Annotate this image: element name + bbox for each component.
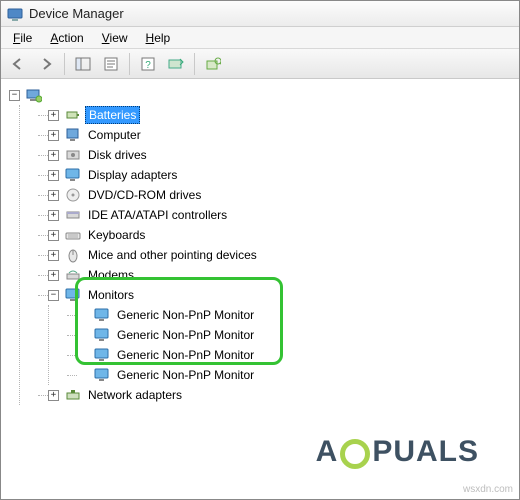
diskdrives-icon [65, 147, 81, 163]
update-driver-button[interactable] [200, 52, 226, 76]
expand-icon[interactable]: + [48, 250, 59, 261]
expand-icon[interactable]: + [48, 390, 59, 401]
monitor-icon [94, 327, 110, 343]
menu-action[interactable]: Action [42, 29, 91, 47]
tree-node-label[interactable]: Disk drives [85, 147, 150, 163]
tree-node-mon4[interactable]: Generic Non-PnP Monitor [77, 365, 515, 385]
tree-node-batteries[interactable]: + Batteries [48, 105, 515, 125]
keyboards-icon [65, 227, 81, 243]
tree-node-label[interactable]: Batteries [85, 106, 140, 124]
back-button[interactable] [5, 52, 31, 76]
tree-node-label[interactable]: Display adapters [85, 167, 180, 183]
menu-help[interactable]: Help [138, 29, 179, 47]
collapse-icon[interactable]: − [9, 90, 20, 101]
device-tree: − + Batteries + Computer + Disk drives + Displa… [5, 85, 515, 405]
tree-node-label[interactable]: Modems [85, 267, 137, 283]
tree-node-modems[interactable]: + Modems [48, 265, 515, 285]
scan-button[interactable] [163, 52, 189, 76]
tree-node-network[interactable]: + Network adapters [48, 385, 515, 405]
tree-node-mice[interactable]: + Mice and other pointing devices [48, 245, 515, 265]
tree-node-label[interactable]: Mice and other pointing devices [85, 247, 260, 263]
tree-node-label[interactable]: Network adapters [85, 387, 185, 403]
computer-root-icon [26, 87, 42, 103]
tree-node-label[interactable]: Monitors [85, 287, 137, 303]
menubar: FFileile Action View Help [1, 27, 519, 49]
tree-node-label[interactable]: Generic Non-PnP Monitor [114, 367, 257, 383]
menu-file[interactable]: FFileile [5, 29, 40, 47]
tree-node-keyboards[interactable]: + Keyboards [48, 225, 515, 245]
titlebar: Device Manager [1, 1, 519, 27]
tree-node-label[interactable]: DVD/CD-ROM drives [85, 187, 204, 203]
tree-node-label[interactable]: Computer [85, 127, 144, 143]
tree-node-label[interactable]: Generic Non-PnP Monitor [114, 327, 257, 343]
tree-node-diskdrives[interactable]: + Disk drives [48, 145, 515, 165]
expand-icon[interactable]: + [48, 270, 59, 281]
toolbar-separator [64, 53, 65, 75]
tree-node-ide[interactable]: + IDE ATA/ATAPI controllers [48, 205, 515, 225]
tree-node-label[interactable]: IDE ATA/ATAPI controllers [85, 207, 230, 223]
spacer [77, 370, 88, 381]
tree-area: − + Batteries + Computer + Disk drives + Displa… [1, 79, 519, 499]
modems-icon [65, 267, 81, 283]
spacer [77, 330, 88, 341]
toolbar-separator [129, 53, 130, 75]
spacer [77, 350, 88, 361]
tree-node-mon3[interactable]: Generic Non-PnP Monitor [77, 345, 515, 365]
window-title: Device Manager [29, 6, 124, 21]
tree-node-label[interactable]: Generic Non-PnP Monitor [114, 307, 257, 323]
tree-node-mon1[interactable]: Generic Non-PnP Monitor [77, 305, 515, 325]
batteries-icon [65, 107, 81, 123]
svg-text:?: ? [145, 60, 151, 71]
expand-icon[interactable]: + [48, 190, 59, 201]
expand-icon[interactable]: + [48, 170, 59, 181]
tree-node-computer[interactable]: + Computer [48, 125, 515, 145]
help-button[interactable]: ? [135, 52, 161, 76]
computer-icon [65, 127, 81, 143]
tree-node-mon2[interactable]: Generic Non-PnP Monitor [77, 325, 515, 345]
toolbar-separator [194, 53, 195, 75]
device-manager-window: Device Manager FFileile Action View Help… [0, 0, 520, 500]
expand-icon[interactable]: + [48, 210, 59, 221]
spacer [77, 310, 88, 321]
watermark: wsxdn.com [463, 484, 513, 495]
tree-node-display[interactable]: + Display adapters [48, 165, 515, 185]
tree-root-node[interactable]: − [9, 85, 515, 105]
collapse-icon[interactable]: − [48, 290, 59, 301]
expand-icon[interactable]: + [48, 130, 59, 141]
display-icon [65, 167, 81, 183]
properties-button[interactable] [98, 52, 124, 76]
menu-view[interactable]: View [94, 29, 136, 47]
tree-node-monitors[interactable]: − Monitors [48, 285, 515, 305]
brand-ring-icon [340, 439, 370, 469]
tree-node-label[interactable]: Keyboards [85, 227, 148, 243]
expand-icon[interactable]: + [48, 110, 59, 121]
mice-icon [65, 247, 81, 263]
monitors-icon [65, 287, 81, 303]
toolbar: ? [1, 49, 519, 79]
network-icon [65, 387, 81, 403]
tree-node-label[interactable]: Generic Non-PnP Monitor [114, 347, 257, 363]
tree-node-dvd[interactable]: + DVD/CD-ROM drives [48, 185, 515, 205]
app-icon [7, 6, 23, 22]
ide-icon [65, 207, 81, 223]
monitor-icon [94, 307, 110, 323]
show-hide-button[interactable] [70, 52, 96, 76]
brand-logo: APUALS [316, 435, 479, 469]
expand-icon[interactable]: + [48, 150, 59, 161]
forward-button[interactable] [33, 52, 59, 76]
dvd-icon [65, 187, 81, 203]
expand-icon[interactable]: + [48, 230, 59, 241]
monitor-icon [94, 347, 110, 363]
monitor-icon [94, 367, 110, 383]
